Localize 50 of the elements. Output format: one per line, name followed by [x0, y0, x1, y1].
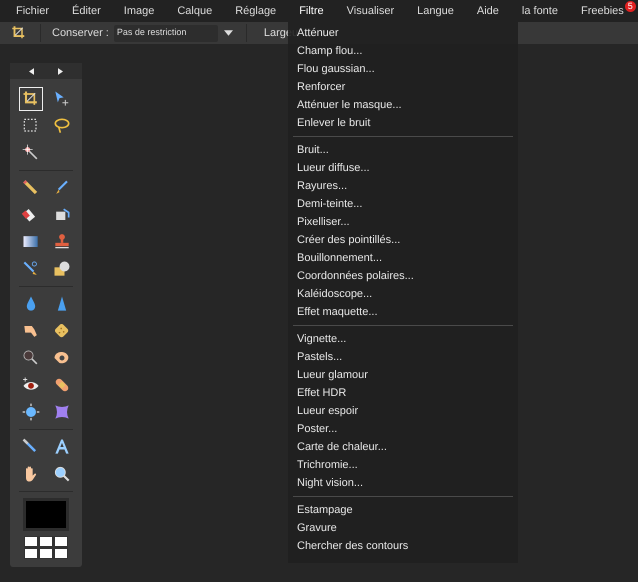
menu-option[interactable]: Lueur diffuse...	[293, 159, 513, 177]
menu-option[interactable]: Rayures...	[293, 177, 513, 195]
menu-item[interactable]: Réglage	[235, 2, 276, 20]
menu-item[interactable]: Langue	[417, 2, 454, 20]
menu-option[interactable]: Gravure	[293, 519, 513, 537]
menu-item[interactable]: Fichier	[16, 2, 50, 20]
tool-button[interactable]	[19, 87, 43, 111]
zoom-icon	[52, 464, 72, 484]
menu-option[interactable]: Champ flou...	[288, 42, 518, 60]
menu-option[interactable]: Pixelliser...	[293, 213, 513, 231]
constraint-select[interactable]: Pas de restriction	[114, 24, 218, 42]
menu-option[interactable]: Lueur espoir	[293, 402, 513, 420]
menu-option[interactable]: Vignette...	[293, 330, 513, 348]
menu-item[interactable]: Visualiser	[346, 2, 394, 20]
menu-option[interactable]: Enlever le bruit	[288, 114, 518, 132]
menu-option[interactable]: Poster...	[293, 420, 513, 438]
menu-item[interactable]: Image	[124, 2, 154, 20]
menu-option[interactable]: Bruit...	[293, 141, 513, 159]
menu-item[interactable]: Éditer	[72, 2, 101, 20]
menu-option[interactable]: Chercher des contours	[293, 537, 513, 555]
bloat-icon	[21, 402, 41, 422]
menu-item[interactable]: la fonte	[522, 2, 558, 20]
menu-option[interactable]: Effet maquette...	[293, 303, 513, 321]
menu-option[interactable]: Bouillonnement...	[293, 249, 513, 267]
menu-option[interactable]: Effet HDR	[293, 384, 513, 402]
menu-option[interactable]: Créer des pointillés...	[293, 231, 513, 249]
lasso-icon	[52, 116, 72, 136]
menu-option[interactable]: Night vision...	[293, 474, 513, 492]
left-arrow-icon[interactable]	[29, 68, 34, 74]
menu-option[interactable]: Trichromie...	[293, 456, 513, 474]
menu-item[interactable]: Freebies	[580, 2, 624, 20]
menu-item[interactable]: Calque	[177, 2, 212, 20]
menu-option[interactable]: Carte de chaleur...	[293, 438, 513, 456]
menu-option[interactable]: Coordonnées polaires...	[293, 267, 513, 285]
menu-option[interactable]: Renforcer	[288, 78, 518, 96]
field-label: Largeu	[264, 26, 298, 41]
menu-option[interactable]: Flou gaussian...	[288, 60, 518, 78]
notification-badge: 5	[624, 1, 636, 12]
menu-item[interactable]: Aide	[476, 2, 499, 20]
menu-item[interactable]: Filtre	[299, 2, 324, 20]
field-label: Conserver :	[52, 26, 109, 41]
caret-icon[interactable]	[224, 30, 233, 36]
color-swatch[interactable]	[23, 498, 69, 531]
menu-option[interactable]: Kaléidoscope...	[293, 285, 513, 303]
menu-option[interactable]: Estampage	[293, 501, 513, 519]
menu-option[interactable]: Demi-teinte...	[293, 195, 513, 213]
menu-option[interactable]: Pastels...	[293, 348, 513, 366]
right-arrow-icon[interactable]	[58, 68, 63, 74]
menu-option[interactable]: Lueur glamour	[293, 366, 513, 384]
menu-option[interactable]: Atténuer le masque...	[288, 96, 518, 114]
